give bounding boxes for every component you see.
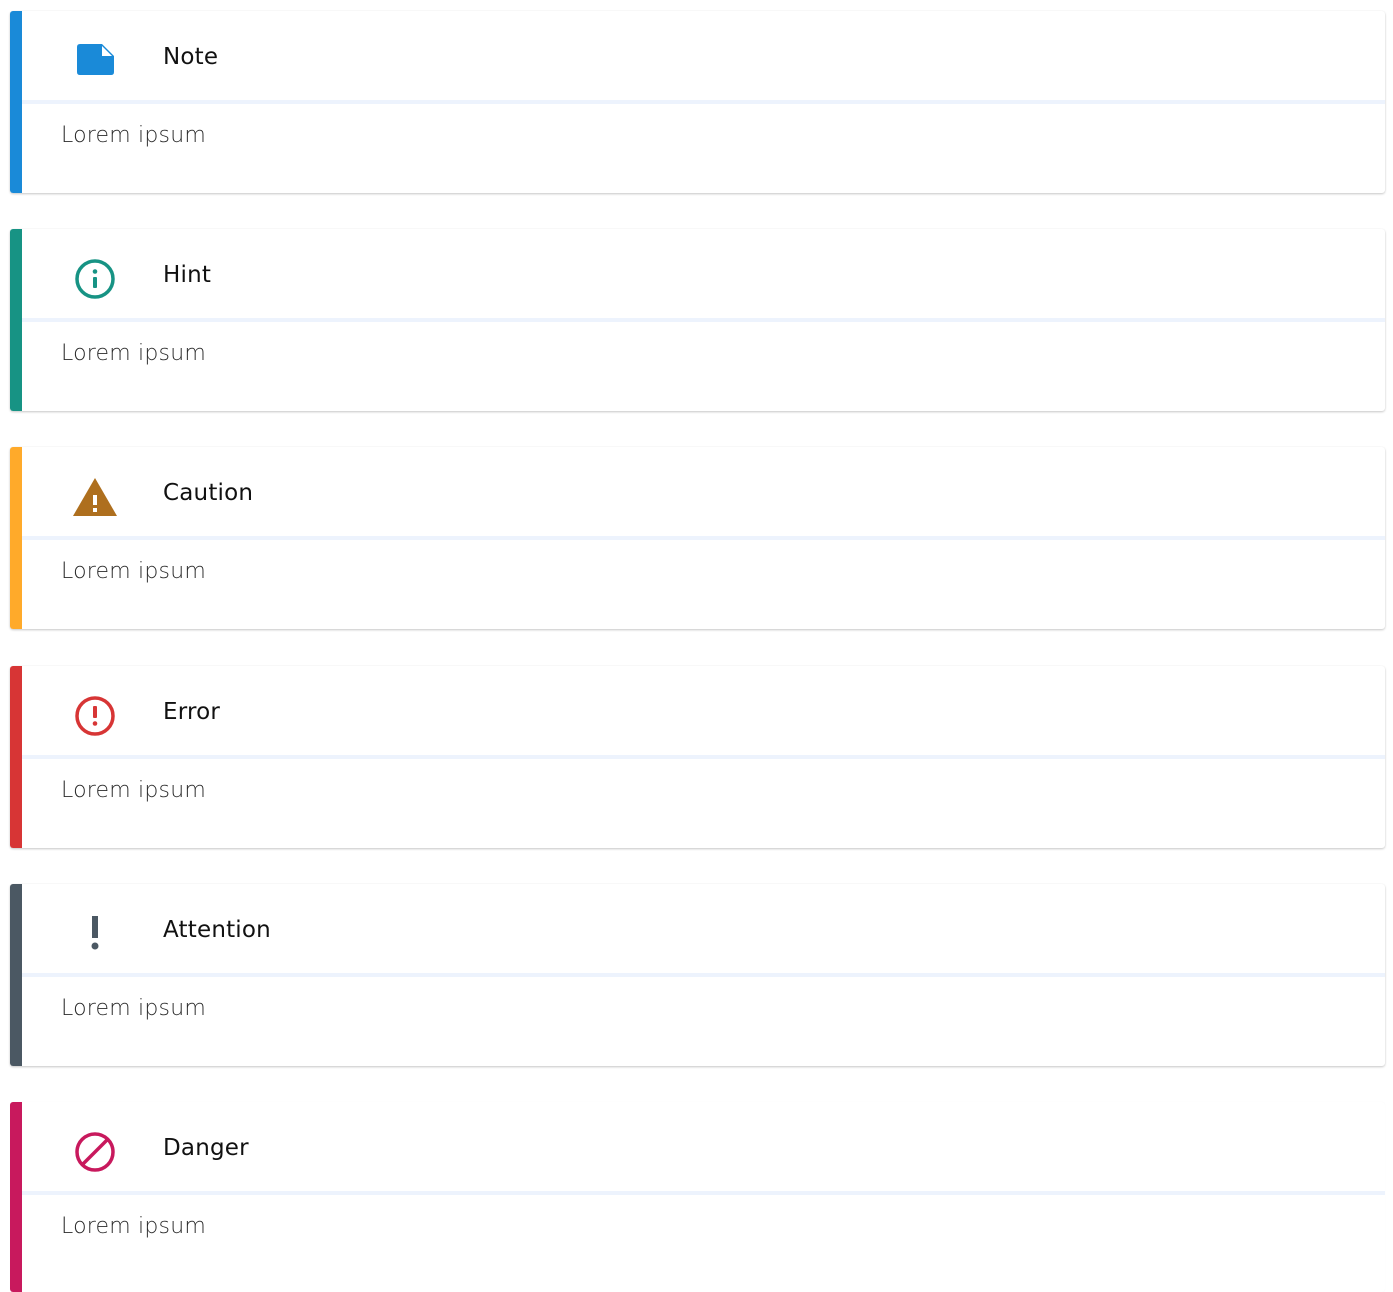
note-icon xyxy=(72,37,118,83)
admonition-header: Error xyxy=(22,666,1385,759)
admonition-header: Caution xyxy=(22,447,1385,540)
admonition-error: Error Lorem ipsum xyxy=(10,666,1385,848)
admonition-hint: Hint Lorem ipsum xyxy=(10,229,1385,411)
accent-bar xyxy=(10,884,22,1066)
block-icon xyxy=(72,1128,118,1174)
admonition-header: Attention xyxy=(22,884,1385,977)
admonition-body: Lorem ipsum xyxy=(61,559,206,584)
admonition-title: Danger xyxy=(163,1135,249,1161)
admonition-attention: Attention Lorem ipsum xyxy=(10,884,1385,1066)
admonition-header: Danger xyxy=(22,1102,1385,1195)
admonition-body: Lorem ipsum xyxy=(61,778,206,803)
warning-triangle-icon xyxy=(72,473,118,519)
accent-bar xyxy=(10,666,22,848)
admonition-body: Lorem ipsum xyxy=(61,996,206,1021)
admonition-header: Note xyxy=(22,11,1385,104)
admonition-title: Attention xyxy=(163,917,271,943)
accent-bar xyxy=(10,229,22,411)
admonition-danger: Danger Lorem ipsum xyxy=(10,1102,1385,1292)
admonition-title: Note xyxy=(163,44,219,70)
exclamation-icon xyxy=(72,910,118,956)
admonition-title: Hint xyxy=(163,262,212,288)
admonition-body: Lorem ipsum xyxy=(61,341,206,366)
accent-bar xyxy=(10,447,22,629)
error-circle-icon xyxy=(72,692,118,738)
admonition-caution: Caution Lorem ipsum xyxy=(10,447,1385,629)
info-circle-icon xyxy=(72,255,118,301)
admonition-title: Caution xyxy=(163,480,254,506)
accent-bar xyxy=(10,1102,22,1292)
admonition-body: Lorem ipsum xyxy=(61,1214,206,1239)
admonition-header: Hint xyxy=(22,229,1385,322)
admonition-body: Lorem ipsum xyxy=(61,123,206,148)
accent-bar xyxy=(10,11,22,193)
admonition-note: Note Lorem ipsum xyxy=(10,11,1385,193)
admonition-title: Error xyxy=(163,699,221,725)
